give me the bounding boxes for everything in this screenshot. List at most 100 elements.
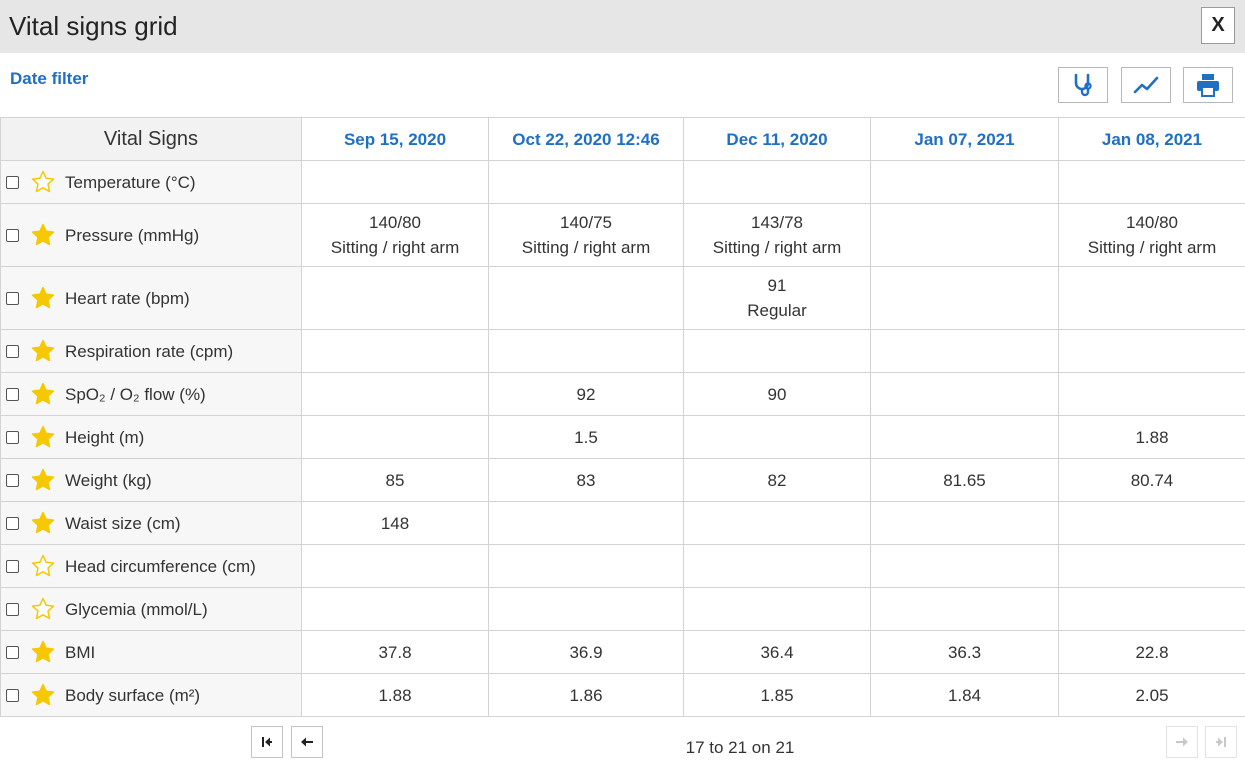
value-cell: 92 xyxy=(488,372,684,416)
vital-sign-label-cell: Pressure (mmHg) xyxy=(0,203,302,267)
date-column-header[interactable]: Oct 22, 2020 12:46 xyxy=(488,117,684,161)
value-cell xyxy=(301,544,489,588)
vital-sign-label-cell: Heart rate (bpm) xyxy=(0,266,302,330)
row-select-checkbox[interactable] xyxy=(6,175,19,189)
value-cell xyxy=(1058,501,1245,545)
value-cell xyxy=(870,501,1059,545)
vital-sign-label-wrapper: Height (m) xyxy=(1,416,301,458)
cell-value: 1.86 xyxy=(569,685,603,705)
stethoscope-icon xyxy=(1074,73,1092,97)
star-outline-icon[interactable] xyxy=(31,597,55,621)
star-filled-icon[interactable] xyxy=(31,223,55,247)
star-filled-icon[interactable] xyxy=(31,468,55,492)
vital-sign-label-cell: Head circumference (cm) xyxy=(0,544,302,588)
value-cell: 1.5 xyxy=(488,415,684,459)
date-column-header[interactable]: Jan 07, 2021 xyxy=(870,117,1059,161)
last-page-icon xyxy=(1216,737,1226,747)
cell-value: 1.85 xyxy=(760,685,794,705)
value-cell xyxy=(1058,160,1245,204)
row-select-checkbox[interactable] xyxy=(6,344,19,358)
date-column-header[interactable]: Sep 15, 2020 xyxy=(301,117,489,161)
close-button[interactable]: X xyxy=(1201,7,1235,44)
value-cell xyxy=(683,544,871,588)
cell-value: 22.8 xyxy=(1135,642,1169,662)
row-select-checkbox[interactable] xyxy=(6,559,19,573)
row-select-checkbox[interactable] xyxy=(6,228,19,242)
cell-value: Sitting / right arm xyxy=(712,238,842,257)
star-outline-icon[interactable] xyxy=(31,554,55,578)
vital-sign-label: Body surface (m²) xyxy=(65,685,201,705)
vital-sign-label-wrapper: Heart rate (bpm) xyxy=(1,267,301,329)
vital-sign-label: Waist size (cm) xyxy=(65,513,181,533)
row-select-checkbox[interactable] xyxy=(6,516,19,530)
value-cell: 83 xyxy=(488,458,684,502)
vital-sign-label-wrapper: Temperature (°C) xyxy=(1,161,301,203)
next-page-button[interactable] xyxy=(1166,726,1198,758)
value-cell: 36.4 xyxy=(683,630,871,674)
star-filled-icon[interactable] xyxy=(31,511,55,535)
row-select-checkbox[interactable] xyxy=(6,430,19,444)
previous-page-button[interactable] xyxy=(291,726,323,758)
table-row: Body surface (m²) 1.88 1.86 1.85 1.84 2.05 xyxy=(0,673,1245,717)
vital-sign-label: Glycemia (mmol/L) xyxy=(65,599,208,619)
vital-sign-label-cell: Glycemia (mmol/L) xyxy=(0,587,302,631)
first-page-button[interactable] xyxy=(251,726,283,758)
vital-signs-button[interactable] xyxy=(1058,67,1108,103)
row-select-checkbox[interactable] xyxy=(6,602,19,616)
row-select-checkbox[interactable] xyxy=(6,291,19,305)
date-filter-link[interactable]: Date filter xyxy=(10,69,88,89)
value-cell: 36.3 xyxy=(870,630,1059,674)
value-cell: 81.65 xyxy=(870,458,1059,502)
star-outline-icon[interactable] xyxy=(31,170,55,194)
star-filled-icon[interactable] xyxy=(31,640,55,664)
vital-sign-label: BMI xyxy=(65,642,96,662)
value-cell: 91 Regular xyxy=(683,266,871,330)
print-button[interactable] xyxy=(1183,67,1233,103)
cell-value: 140/80 xyxy=(1126,213,1178,232)
last-page-button[interactable] xyxy=(1205,726,1237,758)
chart-button[interactable] xyxy=(1121,67,1171,103)
table-row: Head circumference (cm) xyxy=(0,544,1245,588)
vital-signs-header: Vital Signs xyxy=(0,117,302,161)
star-filled-icon[interactable] xyxy=(31,382,55,406)
value-cell xyxy=(301,415,489,459)
vital-sign-label: Respiration rate (cpm) xyxy=(65,341,234,361)
star-filled-icon[interactable] xyxy=(31,339,55,363)
value-cell xyxy=(870,203,1059,267)
first-page-icon xyxy=(262,737,272,747)
row-select-checkbox[interactable] xyxy=(6,387,19,401)
pager-status: 17 to 21 on 21 xyxy=(685,738,795,757)
star-filled-icon[interactable] xyxy=(31,286,55,310)
value-cell xyxy=(1058,544,1245,588)
value-cell xyxy=(301,372,489,416)
row-select-checkbox[interactable] xyxy=(6,688,19,702)
value-cell xyxy=(683,501,871,545)
vital-sign-label-wrapper: Pressure (mmHg) xyxy=(1,204,301,266)
vital-sign-label-cell: BMI xyxy=(0,630,302,674)
vital-sign-label: SpO₂ / O₂ flow (%) xyxy=(65,384,206,404)
star-filled-icon[interactable] xyxy=(31,683,55,707)
vital-sign-label-wrapper: Weight (kg) xyxy=(1,459,301,501)
table-row: Respiration rate (cpm) xyxy=(0,329,1245,373)
row-select-checkbox[interactable] xyxy=(6,473,19,487)
row-select-checkbox[interactable] xyxy=(6,645,19,659)
cell-value: Sitting / right arm xyxy=(330,238,460,257)
vital-sign-label-wrapper: Respiration rate (cpm) xyxy=(1,330,301,372)
vital-sign-label: Heart rate (bpm) xyxy=(65,288,190,308)
value-cell xyxy=(488,544,684,588)
table-row: Glycemia (mmol/L) xyxy=(0,587,1245,631)
cell-value: 36.3 xyxy=(947,642,982,662)
date-column-header[interactable]: Dec 11, 2020 xyxy=(683,117,871,161)
value-cell xyxy=(488,160,684,204)
date-column-header[interactable]: Jan 08, 2021 xyxy=(1058,117,1245,161)
value-cell: 140/75 Sitting / right arm xyxy=(488,203,684,267)
value-cell: 85 xyxy=(301,458,489,502)
value-cell xyxy=(683,415,871,459)
cell-value: 143/78 xyxy=(751,213,803,232)
vital-sign-label-cell: Body surface (m²) xyxy=(0,673,302,717)
value-cell: 36.9 xyxy=(488,630,684,674)
value-cell: 140/80 Sitting / right arm xyxy=(301,203,489,267)
star-filled-icon[interactable] xyxy=(31,425,55,449)
cell-value: 140/80 xyxy=(369,213,421,232)
value-cell xyxy=(488,329,684,373)
